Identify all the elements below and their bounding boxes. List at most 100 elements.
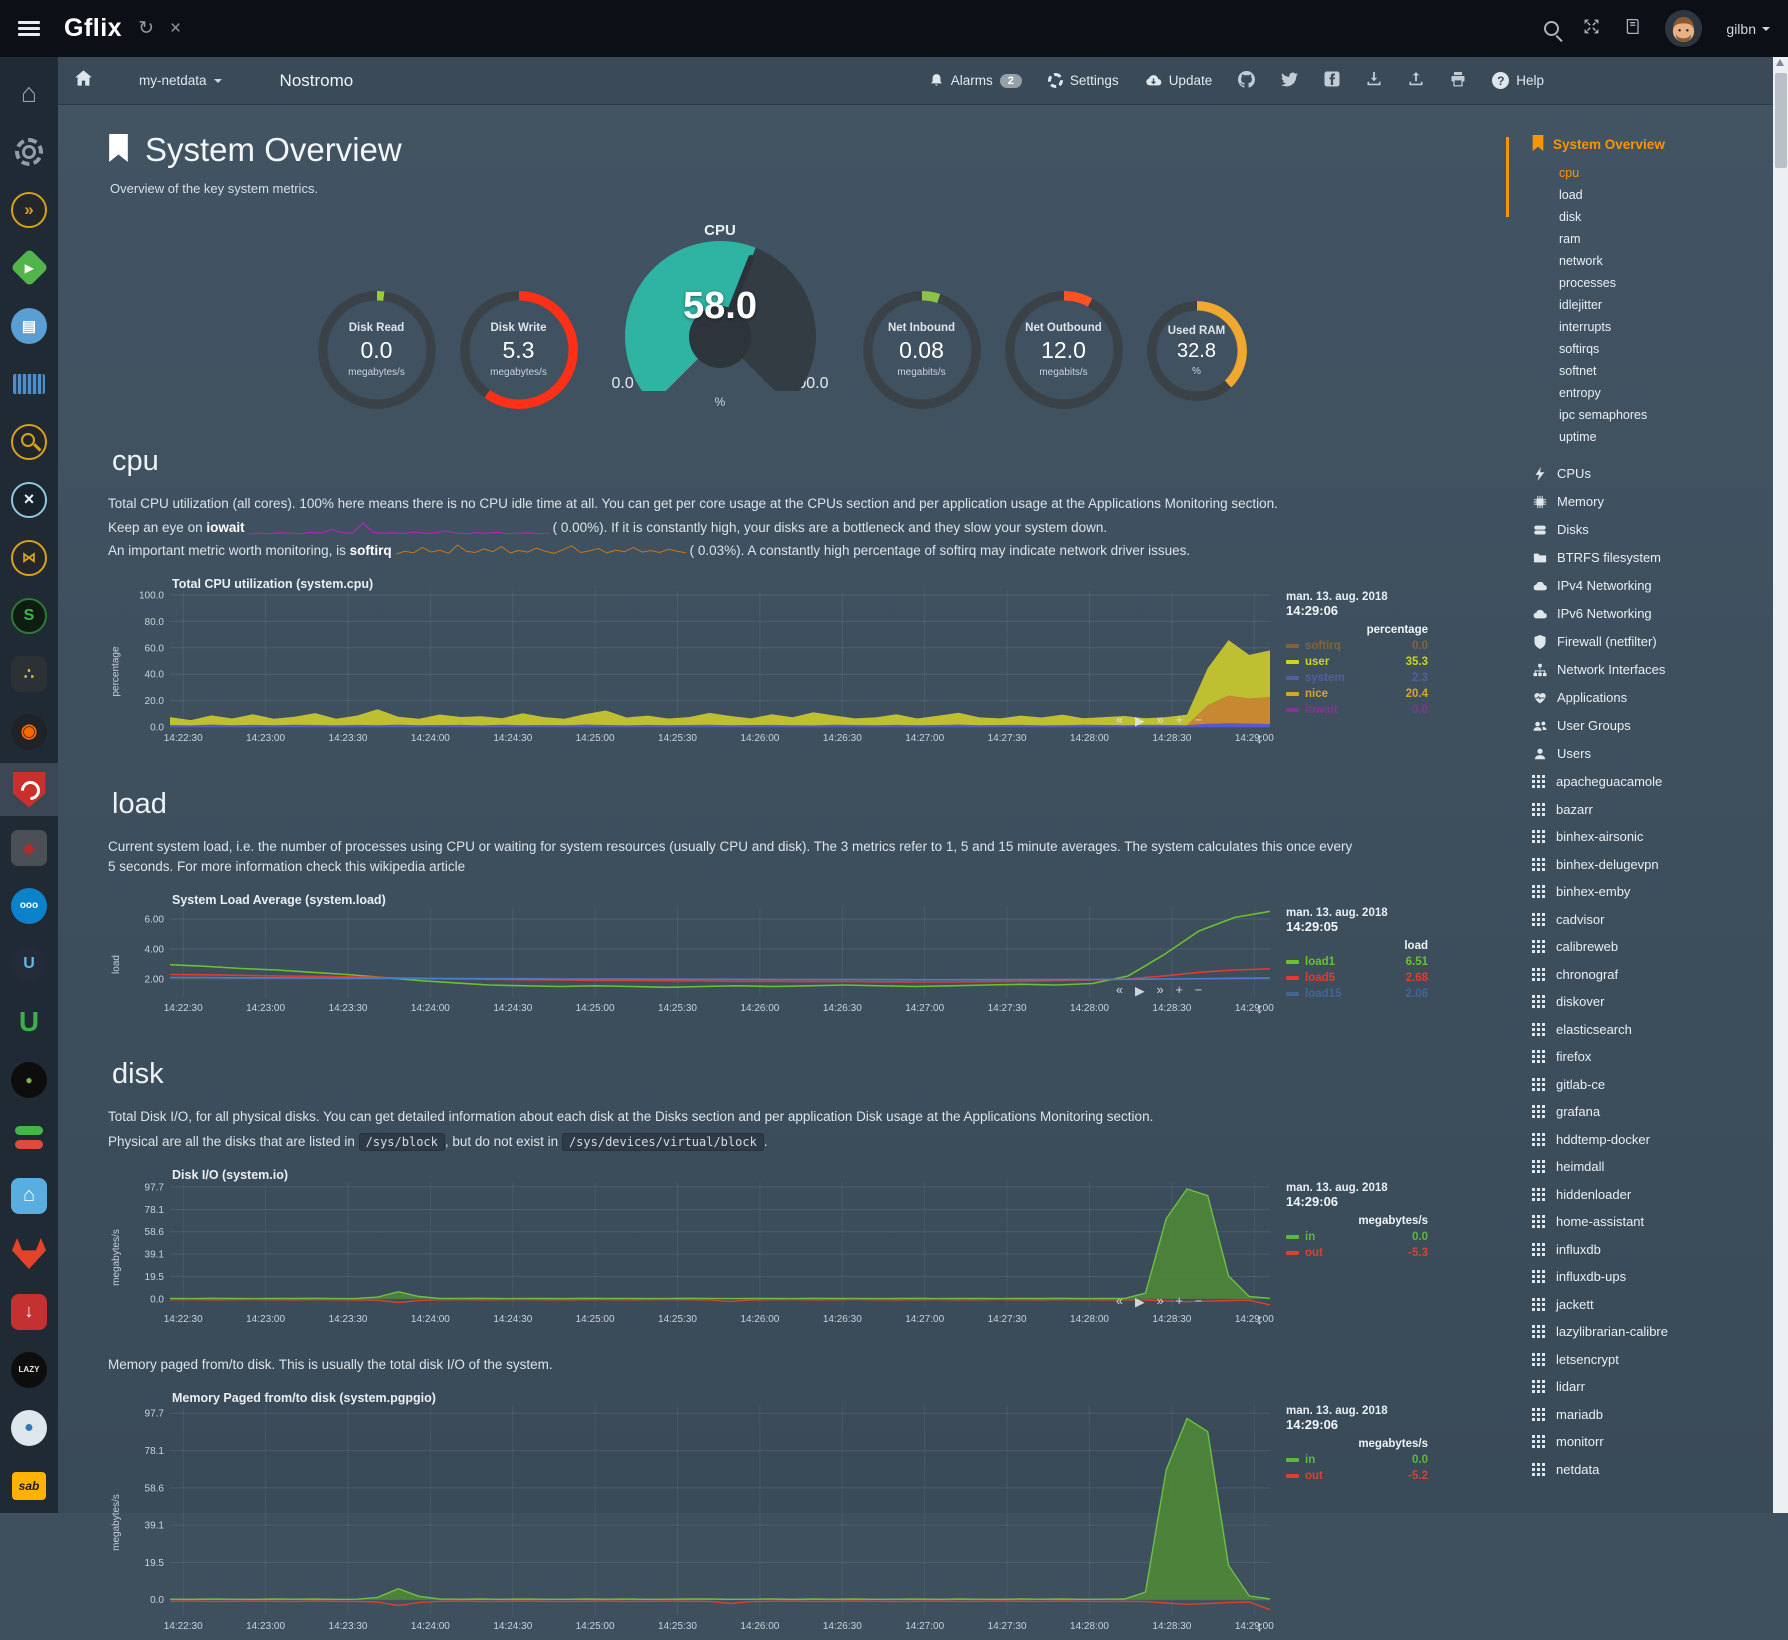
legend-row-out[interactable]: out-5.3 xyxy=(1286,1245,1428,1261)
sidebar-app-sync[interactable]: × xyxy=(0,473,58,526)
help-button[interactable]: Help xyxy=(1492,72,1544,89)
sidebar-app-lidarr[interactable]: lidarr xyxy=(1532,1373,1788,1401)
sidebar-app-unraid[interactable]: U xyxy=(0,937,58,990)
zoom-in-button[interactable]: + xyxy=(1176,983,1183,998)
sidebar-app-jackett[interactable] xyxy=(0,415,58,468)
export-icon[interactable] xyxy=(1408,71,1424,90)
sidebar-section-users[interactable]: Users xyxy=(1532,740,1788,768)
legend-row-softirq[interactable]: softirq0.0 xyxy=(1286,638,1428,654)
sidebar-section-btrfs-filesystem[interactable]: BTRFS filesystem xyxy=(1532,544,1788,572)
legend-row-load1[interactable]: load16.51 xyxy=(1286,954,1428,970)
server-dropdown[interactable]: my-netdata xyxy=(139,73,222,88)
sidebar-app-binhex-delugevpn[interactable]: binhex-delugevpn xyxy=(1532,851,1788,879)
fullscreen-icon[interactable] xyxy=(1583,18,1600,40)
sidebar-app-deluge[interactable]: ● xyxy=(0,1401,58,1454)
sidebar-app-lazylibrarian[interactable]: LAZY xyxy=(0,1343,58,1396)
skip-forward-button[interactable]: » xyxy=(1157,1294,1164,1309)
sidebar-item-cpu[interactable]: cpu xyxy=(1559,162,1788,184)
sidebar-item-processes[interactable]: processes xyxy=(1559,272,1788,294)
sidebar-section-memory[interactable]: Memory xyxy=(1532,488,1788,516)
twitter-icon[interactable] xyxy=(1281,71,1298,91)
scrollbar-thumb[interactable] xyxy=(1775,73,1787,168)
legend-row-load15[interactable]: load152.06 xyxy=(1286,986,1428,1002)
facebook-icon[interactable] xyxy=(1324,71,1340,90)
sidebar-item-ram[interactable]: ram xyxy=(1559,228,1788,250)
sidebar-app-gitlab-ce[interactable]: gitlab-ce xyxy=(1532,1071,1788,1099)
sidebar-app-airsonic[interactable] xyxy=(0,357,58,410)
sidebar-app-hiddenloader[interactable]: hiddenloader xyxy=(1532,1181,1788,1209)
sidebar-app-jackett[interactable]: jackett xyxy=(1532,1291,1788,1319)
chart-resize-handle[interactable]: ↕ xyxy=(1256,1311,1263,1327)
legend-row-iowait[interactable]: iowait0.0 xyxy=(1286,702,1428,718)
sidebar-app-monitorr[interactable] xyxy=(0,1111,58,1164)
refresh-icon[interactable]: ↻ xyxy=(138,19,154,38)
scrollbar-up-arrow[interactable] xyxy=(1776,59,1784,66)
avatar[interactable] xyxy=(1665,10,1702,47)
home-icon[interactable] xyxy=(74,69,93,93)
play-button[interactable]: ▶ xyxy=(1135,983,1145,998)
sidebar-app-bazarr[interactable]: bazarr xyxy=(1532,796,1788,824)
chart-resize-handle[interactable]: ↕ xyxy=(1256,1618,1263,1634)
sidebar-app-apacheguacamole[interactable]: apacheguacamole xyxy=(1532,768,1788,796)
print-icon[interactable] xyxy=(1450,71,1466,90)
sidebar-item-system-overview[interactable]: System Overview xyxy=(1532,135,1788,154)
skip-forward-button[interactable]: » xyxy=(1157,713,1164,728)
sidebar-app-nextcloud[interactable]: ooo xyxy=(0,879,58,932)
sidebar-app-mariadb[interactable]: mariadb xyxy=(1532,1401,1788,1429)
disk-io-chart-plot[interactable]: 97.778.158.639.119.50.014:22:3014:23:001… xyxy=(124,1182,1274,1333)
sidebar-app-lazylibrarian-calibre[interactable]: lazylibrarian-calibre xyxy=(1532,1318,1788,1346)
sidebar-app-gitlab[interactable] xyxy=(0,1227,58,1280)
update-button[interactable]: Update xyxy=(1145,72,1213,89)
sidebar-app-firefox[interactable]: firefox xyxy=(1532,1043,1788,1071)
zoom-out-button[interactable]: − xyxy=(1195,983,1202,998)
github-icon[interactable] xyxy=(1238,71,1255,91)
legend-row-load5[interactable]: load52.68 xyxy=(1286,970,1428,986)
skip-forward-button[interactable]: » xyxy=(1157,983,1164,998)
sidebar-app-home[interactable]: ⌂ xyxy=(0,67,58,120)
chart-resize-handle[interactable]: ↕ xyxy=(1256,1000,1263,1016)
settings-button[interactable]: Settings xyxy=(1048,73,1119,88)
sidebar-app-chronograf[interactable]: chronograf xyxy=(1532,961,1788,989)
sidebar-item-disk[interactable]: disk xyxy=(1559,206,1788,228)
sidebar-app-cubes[interactable]: ◆ xyxy=(0,821,58,874)
close-tab-icon[interactable]: × xyxy=(170,19,181,38)
sidebar-app-home-assistant[interactable]: home-assistant xyxy=(1532,1208,1788,1236)
legend-row-out[interactable]: out-5.2 xyxy=(1286,1468,1428,1484)
sidebar-app-calibreweb[interactable]: calibreweb xyxy=(1532,933,1788,961)
sidebar-app-swirl[interactable]: S xyxy=(0,589,58,642)
sidebar-section-applications[interactable]: Applications xyxy=(1532,684,1788,712)
sidebar-item-uptime[interactable]: uptime xyxy=(1559,426,1788,448)
search-icon[interactable] xyxy=(1544,21,1559,36)
sidebar-section-cpus[interactable]: CPUs xyxy=(1532,460,1788,488)
sidebar-item-network[interactable]: network xyxy=(1559,250,1788,272)
legend-row-in[interactable]: in0.0 xyxy=(1286,1452,1428,1468)
sidebar-app-influxdb-ups[interactable]: influxdb-ups xyxy=(1532,1263,1788,1291)
sidebar-app-comics[interactable]: ▤ xyxy=(0,299,58,352)
sidebar-item-idlejitter[interactable]: idlejitter xyxy=(1559,294,1788,316)
sidebar-app-heimdall[interactable]: ⌂ xyxy=(0,1169,58,1222)
menu-icon[interactable] xyxy=(18,21,40,36)
play-button[interactable]: ▶ xyxy=(1135,1294,1145,1309)
sidebar-app-netdata[interactable] xyxy=(0,763,58,816)
sidebar-app-magnet[interactable]: U xyxy=(0,995,58,1048)
sidebar-app-binhex-airsonic[interactable]: binhex-airsonic xyxy=(1532,823,1788,851)
zoom-in-button[interactable]: + xyxy=(1176,1294,1183,1309)
sidebar-app-cadvisor[interactable]: cadvisor xyxy=(1532,906,1788,934)
sidebar-app-nodes[interactable]: ∴ xyxy=(0,647,58,700)
skip-back-button[interactable]: « xyxy=(1116,983,1123,998)
alarms-button[interactable]: Alarms2 xyxy=(929,73,1022,88)
chart-resize-handle[interactable]: ↕ xyxy=(1256,730,1263,746)
sidebar-section-firewall-netfilter-[interactable]: Firewall (netfilter) xyxy=(1532,628,1788,656)
sidebar-app-grafana[interactable]: ◉ xyxy=(0,705,58,758)
skip-back-button[interactable]: « xyxy=(1116,1294,1123,1309)
sidebar-app-dish[interactable]: ● xyxy=(0,1053,58,1106)
sidebar-app-radarr[interactable]: ⋈ xyxy=(0,531,58,584)
user-menu[interactable]: gilbn xyxy=(1726,21,1770,37)
changelog-icon[interactable] xyxy=(1624,18,1641,40)
legend-row-nice[interactable]: nice20.4 xyxy=(1286,686,1428,702)
sidebar-item-interrupts[interactable]: interrupts xyxy=(1559,316,1788,338)
sidebar-section-user-groups[interactable]: User Groups xyxy=(1532,712,1788,740)
sidebar-app-heimdall[interactable]: heimdall xyxy=(1532,1153,1788,1181)
sidebar-app-influxdb[interactable]: influxdb xyxy=(1532,1236,1788,1264)
legend-row-system[interactable]: system2.3 xyxy=(1286,670,1428,686)
